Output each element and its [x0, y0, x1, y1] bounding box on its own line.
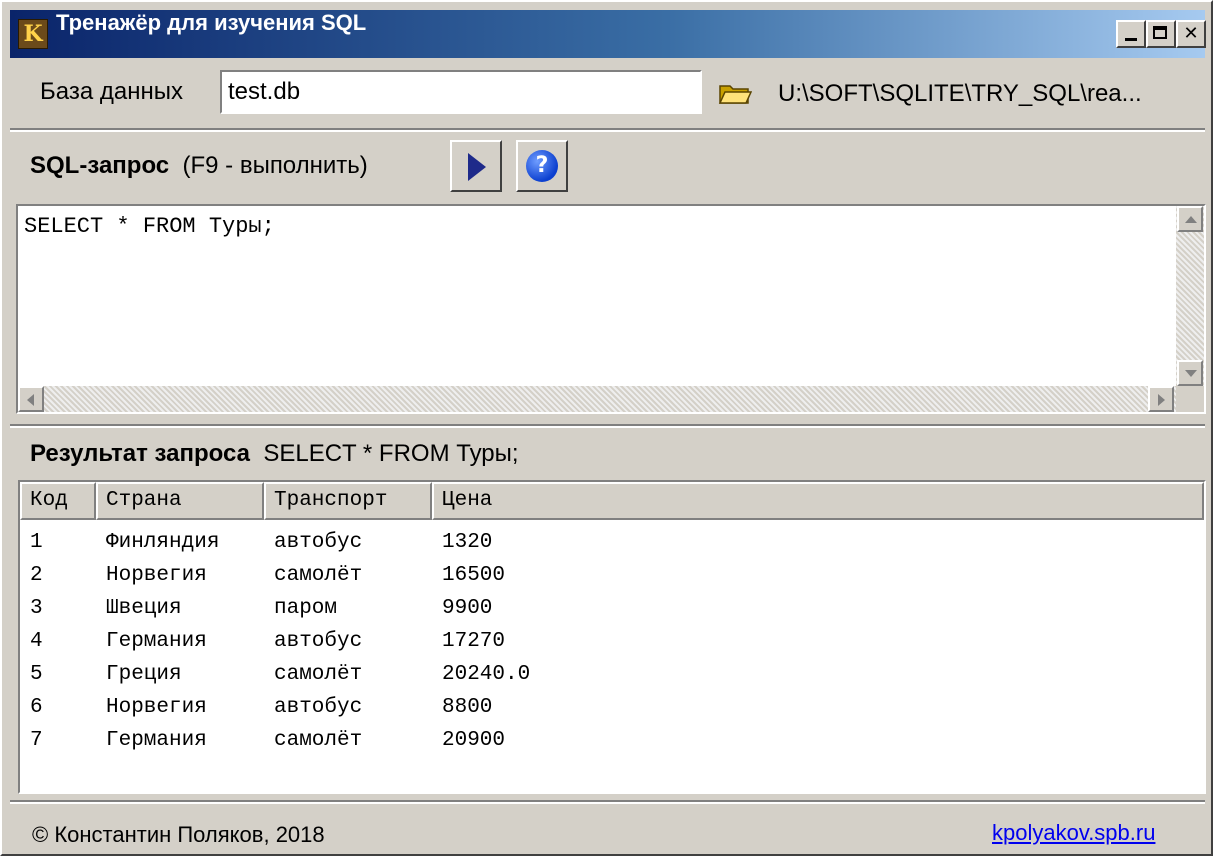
cell-transport: автобус [274, 531, 363, 554]
cell-transport: самолёт [274, 729, 363, 752]
cell-code: 7 [30, 729, 43, 752]
cell-transport: автобус [274, 696, 363, 719]
horizontal-scrollbar[interactable] [18, 386, 1176, 412]
vertical-scrollbar[interactable] [1176, 206, 1204, 386]
window-title: Тренажёр для изучения SQL [56, 10, 367, 35]
cell-transport: автобус [274, 630, 363, 653]
cell-country: Финляндия [106, 531, 220, 554]
cell-code: 4 [30, 630, 43, 653]
close-icon: ✕ [1183, 23, 1199, 44]
sql-query-hint: (F9 - выполнить) [182, 152, 368, 179]
execute-button[interactable] [450, 140, 502, 192]
folder-open-icon[interactable] [718, 80, 752, 106]
table-row[interactable]: 5 Греция самолёт 20240.0 [20, 658, 1204, 691]
cell-code: 5 [30, 663, 43, 686]
scroll-up-button[interactable] [1177, 206, 1203, 232]
cell-price: 20240.0 [442, 663, 531, 686]
app-logo-icon: K [18, 19, 48, 49]
result-table[interactable]: Код Страна Транспорт Цена 1 Финляндия ав… [18, 480, 1206, 794]
table-row[interactable]: 4 Германия автобус 17270 [20, 625, 1204, 658]
scrollbar-corner [1176, 386, 1204, 412]
close-button[interactable]: ✕ [1176, 20, 1206, 48]
cell-price: 9900 [442, 597, 493, 620]
arrow-right-icon [1158, 394, 1165, 406]
column-header-transport[interactable]: Транспорт [264, 482, 432, 520]
cell-code: 3 [30, 597, 43, 620]
cell-code: 6 [30, 696, 43, 719]
table-row[interactable]: 6 Норвегия автобус 8800 [20, 691, 1204, 724]
copyright-text: © Константин Поляков, 2018 [32, 822, 325, 847]
cell-price: 1320 [442, 531, 493, 554]
play-icon [468, 153, 486, 181]
database-path: U:\SOFT\SQLITE\TRY_SQL\rea... [778, 80, 1142, 107]
result-title: Результат запроса [30, 440, 250, 467]
cell-country: Норвегия [106, 696, 207, 719]
arrow-down-icon [1185, 370, 1197, 377]
divider [10, 128, 1205, 132]
cell-country: Германия [106, 729, 207, 752]
arrow-left-icon [27, 394, 34, 406]
sql-editor[interactable]: SELECT * FROM Туры; [16, 204, 1206, 414]
result-label: Результат запроса SELECT * FROM Туры; [30, 440, 519, 468]
table-row[interactable]: 2 Норвегия самолёт 16500 [20, 559, 1204, 592]
column-header-price[interactable]: Цена [432, 482, 1204, 520]
cell-country: Швеция [106, 597, 182, 620]
table-header: Код Страна Транспорт Цена [20, 482, 1204, 520]
table-row[interactable]: 3 Швеция паром 9900 [20, 592, 1204, 625]
column-header-country[interactable]: Страна [96, 482, 264, 520]
cell-price: 20900 [442, 729, 506, 752]
scroll-down-button[interactable] [1177, 360, 1203, 386]
cell-transport: паром [274, 597, 338, 620]
cell-code: 2 [30, 564, 43, 587]
maximize-button[interactable] [1146, 20, 1176, 48]
divider [10, 424, 1205, 428]
sql-query-title: SQL-запрос [30, 152, 170, 179]
database-input[interactable] [220, 70, 702, 114]
cell-price: 17270 [442, 630, 506, 653]
cell-transport: самолёт [274, 663, 363, 686]
database-label: База данных [40, 78, 183, 105]
scroll-right-button[interactable] [1148, 386, 1174, 412]
help-button[interactable]: ? [516, 140, 568, 192]
table-row[interactable]: 7 Германия самолёт 20900 [20, 724, 1204, 757]
cell-price: 8800 [442, 696, 493, 719]
cell-code: 1 [30, 531, 43, 554]
website-link[interactable]: kpolyakov.spb.ru [992, 820, 1155, 846]
help-icon: ? [526, 150, 558, 182]
minimize-button[interactable] [1116, 20, 1146, 48]
scroll-left-button[interactable] [18, 386, 44, 412]
cell-country: Греция [106, 663, 182, 686]
app-window: K Тренажёр для изучения SQL ✕ База данны… [0, 0, 1213, 856]
arrow-up-icon [1185, 216, 1197, 223]
cell-transport: самолёт [274, 564, 363, 587]
sql-query-label: SQL-запрос (F9 - выполнить) [30, 152, 368, 180]
column-header-code[interactable]: Код [20, 482, 96, 520]
maximize-icon [1153, 26, 1167, 39]
status-divider [10, 800, 1205, 804]
minimize-icon [1125, 38, 1137, 41]
cell-country: Германия [106, 630, 207, 653]
title-bar[interactable]: K Тренажёр для изучения SQL ✕ [10, 10, 1206, 58]
sql-editor-text[interactable]: SELECT * FROM Туры; [24, 214, 275, 239]
cell-price: 16500 [442, 564, 506, 587]
result-query: SELECT * FROM Туры; [263, 440, 519, 467]
cell-country: Норвегия [106, 564, 207, 587]
table-row[interactable]: 1 Финляндия автобус 1320 [20, 526, 1204, 559]
